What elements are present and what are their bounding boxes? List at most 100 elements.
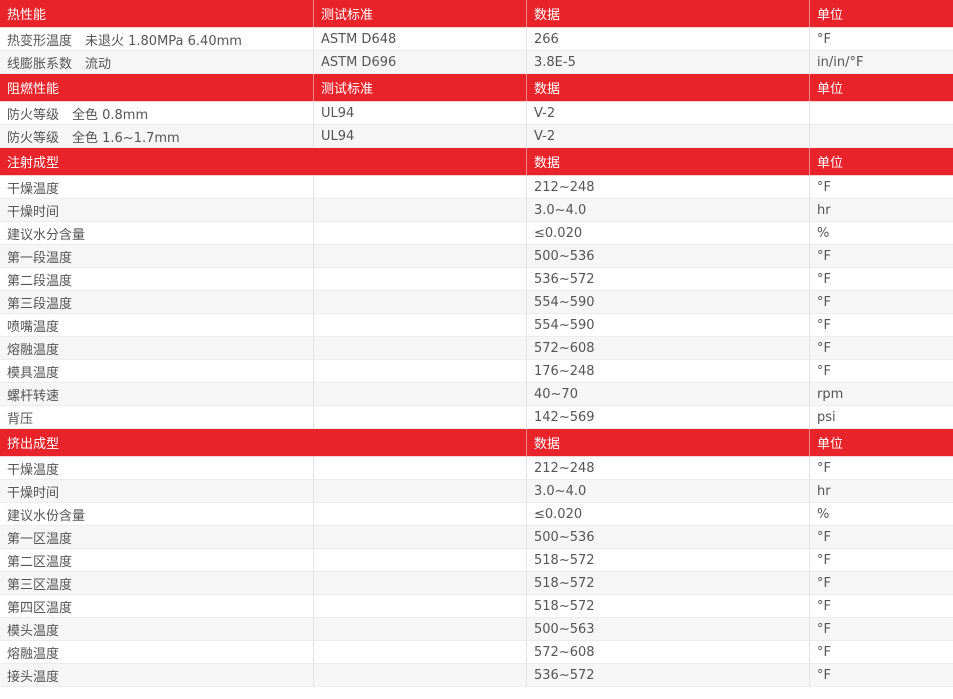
property-name-cell: 熔融温度	[0, 337, 314, 359]
property-name-cell: 第二段温度	[0, 268, 314, 290]
property-name-cell: 第一区温度	[0, 526, 314, 548]
test-standard-cell	[314, 664, 527, 686]
unit-cell: hr	[817, 202, 831, 218]
value-cell: 518~572	[527, 549, 810, 571]
table-row: 线膨胀系数 流动 ASTM D696 3.8E-5 in/in/°F	[0, 51, 953, 74]
table-row: 模头温度 500~563 °F	[0, 618, 953, 641]
test-standard-cell	[314, 337, 527, 359]
test-standard-cell	[314, 549, 527, 571]
table-row: 防火等级 全色 1.6~1.7mm UL94 V-2	[0, 125, 953, 148]
value-cell: 500~563	[527, 618, 810, 640]
unit-cell: °F	[817, 317, 831, 333]
unit-cell: °F	[817, 575, 831, 591]
test-standard-cell: UL94	[314, 102, 527, 124]
value-cell: 572~608	[527, 337, 810, 359]
header-cell: 热性能	[0, 0, 314, 27]
table-row: 第二区温度 518~572 °F	[0, 549, 953, 572]
value-cell: 554~590	[527, 291, 810, 313]
property-name-cell: 第一段温度	[0, 245, 314, 267]
property-name-cell: 模头温度	[0, 618, 314, 640]
property-name-cell: 线膨胀系数 流动	[0, 51, 314, 73]
test-standard-cell	[314, 268, 527, 290]
test-standard-cell: UL94	[314, 125, 527, 147]
value-cell: ≤0.020	[527, 503, 810, 525]
test-standard-cell: ASTM D696	[314, 51, 527, 73]
table-row: 热变形温度 未退火 1.80MPa 6.40mm ASTM D648 266 °F	[0, 28, 953, 51]
unit-cell: °F	[817, 621, 831, 637]
table-row: 模具温度 176~248 °F	[0, 360, 953, 383]
table-row: 干燥时间 3.0~4.0 hr	[0, 480, 953, 503]
test-standard-cell	[314, 245, 527, 267]
value-cell: 3.8E-5	[527, 51, 810, 73]
unit-cell: °F	[817, 179, 831, 195]
test-standard-cell	[314, 618, 527, 640]
test-standard-cell	[314, 526, 527, 548]
value-cell: V-2	[527, 102, 810, 124]
header-cell: 测试标准	[314, 0, 527, 27]
value-cell: V-2	[527, 125, 810, 147]
table-row: 接头温度 536~572 °F	[0, 664, 953, 687]
unit-cell: °F	[817, 667, 831, 683]
test-standard-cell	[314, 572, 527, 594]
property-name-cell: 干燥时间	[0, 199, 314, 221]
unit-cell: °F	[817, 552, 831, 568]
section-header-flammability: 阻燃性能 测试标准 数据 单位	[0, 74, 953, 102]
property-name-cell: 接头温度	[0, 664, 314, 686]
test-standard-cell	[314, 641, 527, 663]
value-cell: 518~572	[527, 595, 810, 617]
header-cell: 数据	[527, 148, 810, 175]
property-name-cell: 干燥温度	[0, 457, 314, 479]
value-cell: 536~572	[527, 268, 810, 290]
property-name-cell: 建议水分含量	[0, 222, 314, 244]
table-row: 建议水分含量 ≤0.020%	[0, 222, 953, 245]
table-row: 第一区温度 500~536 °F	[0, 526, 953, 549]
unit-cell: °F	[817, 363, 831, 379]
property-table: 热性能 测试标准 数据 单位 热变形温度 未退火 1.80MPa 6.40mm ASTM …	[0, 0, 953, 687]
table-row: 熔融温度 572~608 °F	[0, 641, 953, 664]
value-cell: 554~590	[527, 314, 810, 336]
unit-cell: hr	[817, 483, 831, 499]
property-name-cell: 干燥时间	[0, 480, 314, 502]
section-header-thermal: 热性能 测试标准 数据 单位	[0, 0, 953, 28]
unit-cell: rpm	[817, 386, 844, 402]
table-row: 干燥温度 212~248 °F	[0, 176, 953, 199]
table-row: 第一段温度 500~536 °F	[0, 245, 953, 268]
unit-cell: psi	[817, 409, 836, 425]
value-cell: 212~248	[527, 457, 810, 479]
test-standard-cell	[314, 383, 527, 405]
unit-cell: °F	[817, 460, 831, 476]
section-header-extrusion: 挤出成型 数据 单位	[0, 429, 953, 457]
header-cell: 注射成型	[0, 148, 527, 175]
value-cell: 40~70	[527, 383, 810, 405]
test-standard-cell	[314, 480, 527, 502]
test-standard-cell	[314, 595, 527, 617]
property-name-cell: 干燥温度	[0, 176, 314, 198]
header-cell: 测试标准	[314, 74, 527, 101]
value-cell: 572~608	[527, 641, 810, 663]
unit-cell: in/in/°F	[817, 54, 864, 70]
property-name-cell: 防火等级 全色 0.8mm	[0, 102, 314, 124]
value-cell: 536~572	[527, 664, 810, 686]
table-row: 第三段温度 554~590 °F	[0, 291, 953, 314]
unit-cell: °F	[817, 529, 831, 545]
property-name-cell: 热变形温度 未退火 1.80MPa 6.40mm	[0, 28, 314, 50]
value-cell: 212~248	[527, 176, 810, 198]
section-header-injection-molding: 注射成型 数据 单位	[0, 148, 953, 176]
header-cell: 单位	[817, 437, 844, 452]
table-row: 喷嘴温度 554~590 °F	[0, 314, 953, 337]
value-cell: 176~248	[527, 360, 810, 382]
test-standard-cell	[314, 176, 527, 198]
table-row: 熔融温度 572~608 °F	[0, 337, 953, 360]
test-standard-cell	[314, 291, 527, 313]
table-row: 干燥时间 3.0~4.0 hr	[0, 199, 953, 222]
header-cell: 数据	[527, 74, 810, 101]
property-name-cell: 背压	[0, 406, 314, 428]
unit-cell	[810, 125, 953, 147]
test-standard-cell	[314, 457, 527, 479]
property-name-cell: 第三段温度	[0, 291, 314, 313]
unit-cell: °F	[817, 294, 831, 310]
unit-cell: °F	[817, 340, 831, 356]
value-cell: 500~536	[527, 245, 810, 267]
value-cell: 518~572	[527, 572, 810, 594]
property-name-cell: 防火等级 全色 1.6~1.7mm	[0, 125, 314, 147]
